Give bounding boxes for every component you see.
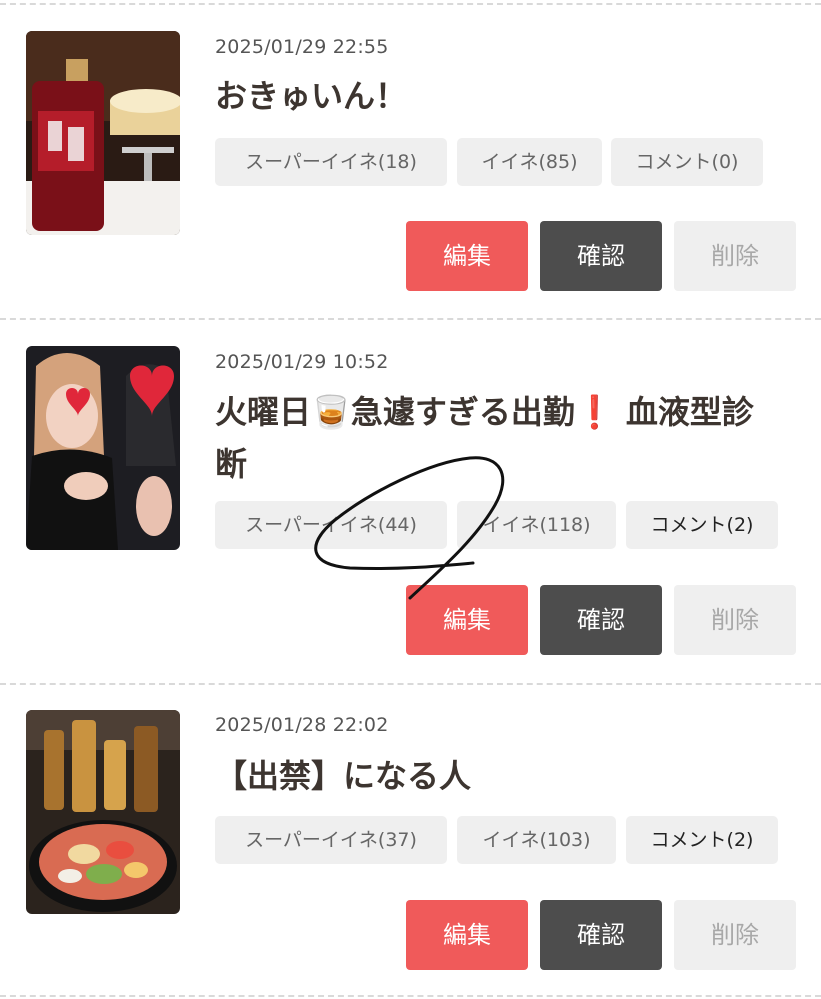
delete-button[interactable]: 削除 xyxy=(674,585,796,655)
confirm-button[interactable]: 確認 xyxy=(540,900,662,970)
blog-post-list: 2025/01/29 22:55 おきゅいん！ スーパーイイネ(18) イイネ(… xyxy=(0,0,821,999)
post-title[interactable]: 火曜日🥃急遽すぎる出勤❗ 血液型診断 xyxy=(215,386,775,490)
post-actions: 編集 確認 削除 xyxy=(0,900,821,970)
edit-button[interactable]: 編集 xyxy=(406,585,528,655)
like-count: イイネ(118) xyxy=(457,501,616,549)
like-count: イイネ(103) xyxy=(457,816,616,864)
post-thumbnail[interactable] xyxy=(26,710,180,914)
edit-button[interactable]: 編集 xyxy=(406,221,528,291)
post-date: 2025/01/29 22:55 xyxy=(215,36,389,58)
post-title[interactable]: おきゅいん！ xyxy=(215,70,785,122)
edit-button[interactable]: 編集 xyxy=(406,900,528,970)
super-like-count: スーパーイイネ(18) xyxy=(215,138,447,186)
super-like-count: スーパーイイネ(37) xyxy=(215,816,447,864)
super-like-count: スーパーイイネ(44) xyxy=(215,501,447,549)
post-thumbnail[interactable] xyxy=(26,31,180,235)
post-date: 2025/01/28 22:02 xyxy=(215,714,389,736)
post-thumbnail[interactable] xyxy=(26,346,180,550)
divider xyxy=(0,683,821,685)
confirm-button[interactable]: 確認 xyxy=(540,221,662,291)
post-actions: 編集 確認 削除 xyxy=(0,585,821,655)
post-actions: 編集 確認 削除 xyxy=(0,221,821,291)
post-title[interactable]: 【出禁】になる人 xyxy=(215,750,785,802)
comment-count: コメント(0) xyxy=(611,138,763,186)
divider xyxy=(0,3,821,5)
delete-button[interactable]: 削除 xyxy=(674,900,796,970)
divider xyxy=(0,995,821,997)
like-count: イイネ(85) xyxy=(457,138,602,186)
post-date: 2025/01/29 10:52 xyxy=(215,351,389,373)
comment-count[interactable]: コメント(2) xyxy=(626,816,778,864)
delete-button[interactable]: 削除 xyxy=(674,221,796,291)
comment-count[interactable]: コメント(2) xyxy=(626,501,778,549)
divider xyxy=(0,318,821,320)
confirm-button[interactable]: 確認 xyxy=(540,585,662,655)
